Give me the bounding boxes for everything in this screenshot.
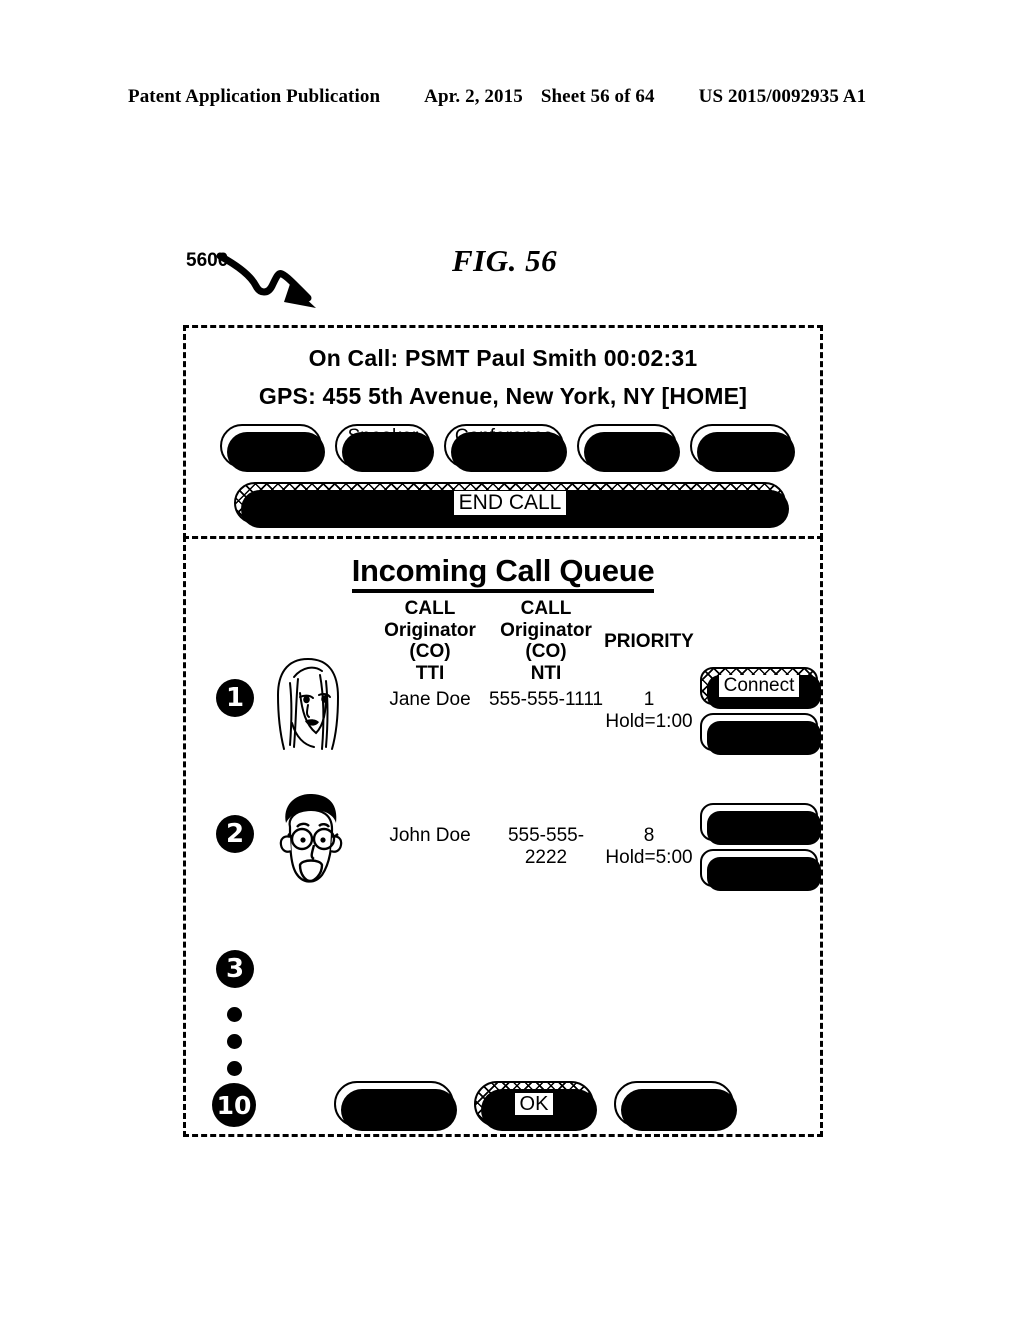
connect-button-label-2: Connect: [723, 811, 795, 833]
table-row: 1 Jane Doe 555-555-1111 1 Hold=1:00 Conn…: [186, 653, 821, 779]
on-call-status: On Call: PSMT Paul Smith 00:02:31: [308, 345, 698, 371]
woman-portrait-icon: [276, 658, 340, 750]
refresh-button-label: Refresh: [358, 1092, 430, 1115]
refresh-button[interactable]: Refresh: [334, 1081, 457, 1131]
row-tti-1: Jane Doe: [389, 689, 471, 710]
queue-footer-actions: Refresh OK Modify: [334, 1081, 737, 1131]
publication-number: US 2015/0092935 A1: [698, 86, 867, 107]
speaker-phone-label-line2: Phone: [355, 445, 411, 466]
figure-label: FIG. 56: [452, 243, 558, 278]
speaker-phone-label-line1: Speaker: [347, 425, 419, 447]
mute-button[interactable]: MUTE: [220, 424, 325, 472]
conference-call-button[interactable]: Conference Call: [444, 424, 567, 472]
row-priority-2: 8 Hold=5:00: [604, 825, 694, 869]
man-portrait-icon: [279, 793, 343, 883]
row-priority-value-2: 8: [643, 825, 655, 846]
queue-row-fields-1: Jane Doe 555-555-1111 1 Hold=1:00: [372, 689, 694, 733]
reference-lead-arrow-icon: [216, 252, 316, 308]
modify-button-label: Modify: [644, 1092, 704, 1115]
queue-title-text: Incoming Call Queue: [351, 553, 655, 593]
queue-index-badge-2: 2: [216, 815, 254, 853]
ok-button-label: OK: [514, 1092, 554, 1116]
queue-index-badge-3: 3: [216, 950, 254, 988]
table-row: 2 John Doe 555-555-2222 8 Hold=5:00 Conn…: [186, 789, 821, 915]
queue-index-badge-1: 1: [216, 679, 254, 717]
record-button-label: Record: [710, 435, 772, 457]
publication-sheet: Sheet 56 of 64: [540, 86, 655, 107]
connect-button-label-1: Connect: [718, 675, 800, 697]
column-header-priority: PRIORITY: [604, 631, 694, 652]
speaker-phone-button[interactable]: Speaker Phone: [335, 424, 434, 472]
publication-title: Patent Application Publication: [128, 86, 381, 107]
conference-call-label-line1: Conference: [454, 425, 554, 447]
connect-button-2[interactable]: Connect: [700, 803, 821, 845]
queue-ellipsis-icon: [227, 1007, 243, 1088]
call-controls-row: MUTE Speaker Phone Conference Call Keypa…: [220, 424, 795, 472]
row-hold-time-1: Hold=1:00: [605, 710, 693, 732]
keypad-button[interactable]: Keypad: [577, 424, 680, 472]
row-nti-2: 555-555-2222: [507, 825, 585, 868]
row-priority-value-1: 1: [643, 689, 655, 710]
gps-status: GPS: 455 5th Avenue, New York, NY [HOME]: [258, 383, 748, 409]
queue-title: Incoming Call Queue: [186, 553, 820, 593]
row-nti-1: 555-555-1111: [488, 689, 604, 710]
publication-header: Patent Application Publication Apr. 2, 2…: [128, 86, 896, 108]
schedule-button-1[interactable]: Schedule: [700, 713, 821, 755]
end-call-row: END CALL: [234, 482, 789, 528]
publication-date: Apr. 2, 2015: [424, 86, 523, 107]
ok-button[interactable]: OK: [474, 1081, 597, 1131]
end-call-button-label: END CALL: [453, 491, 567, 515]
mute-button-label: MUTE: [244, 435, 298, 457]
incoming-call-queue-panel: Incoming Call Queue CALL Originator (CO)…: [183, 536, 823, 1137]
schedule-button-label-1: Schedule: [719, 721, 799, 743]
keypad-button-label: Keypad: [594, 435, 660, 457]
queue-row-actions-2: Connect Schedule: [700, 803, 824, 895]
row-hold-time-2: Hold=5:00: [605, 846, 693, 868]
conference-call-label-line2: Call: [487, 445, 521, 466]
connect-button-1[interactable]: Connect: [700, 667, 821, 709]
row-tti-2: John Doe: [389, 825, 471, 846]
schedule-button-2[interactable]: Schedule: [700, 849, 821, 891]
modify-button[interactable]: Modify: [614, 1081, 737, 1131]
end-call-button[interactable]: END CALL: [234, 482, 789, 528]
row-priority-1: 1 Hold=1:00: [604, 689, 694, 733]
queue-row-fields-2: John Doe 555-555-2222 8 Hold=5:00: [372, 825, 694, 869]
device-screen-mockup: On Call: PSMT Paul Smith 00:02:31 GPS: 4…: [183, 325, 823, 1137]
record-button[interactable]: Record: [690, 424, 795, 472]
queue-row-actions-1: Connect Schedule: [700, 667, 824, 759]
queue-index-badge-10: 10: [212, 1083, 256, 1127]
active-call-panel: On Call: PSMT Paul Smith 00:02:31 GPS: 4…: [183, 325, 823, 539]
schedule-button-label-2: Schedule: [719, 857, 799, 879]
